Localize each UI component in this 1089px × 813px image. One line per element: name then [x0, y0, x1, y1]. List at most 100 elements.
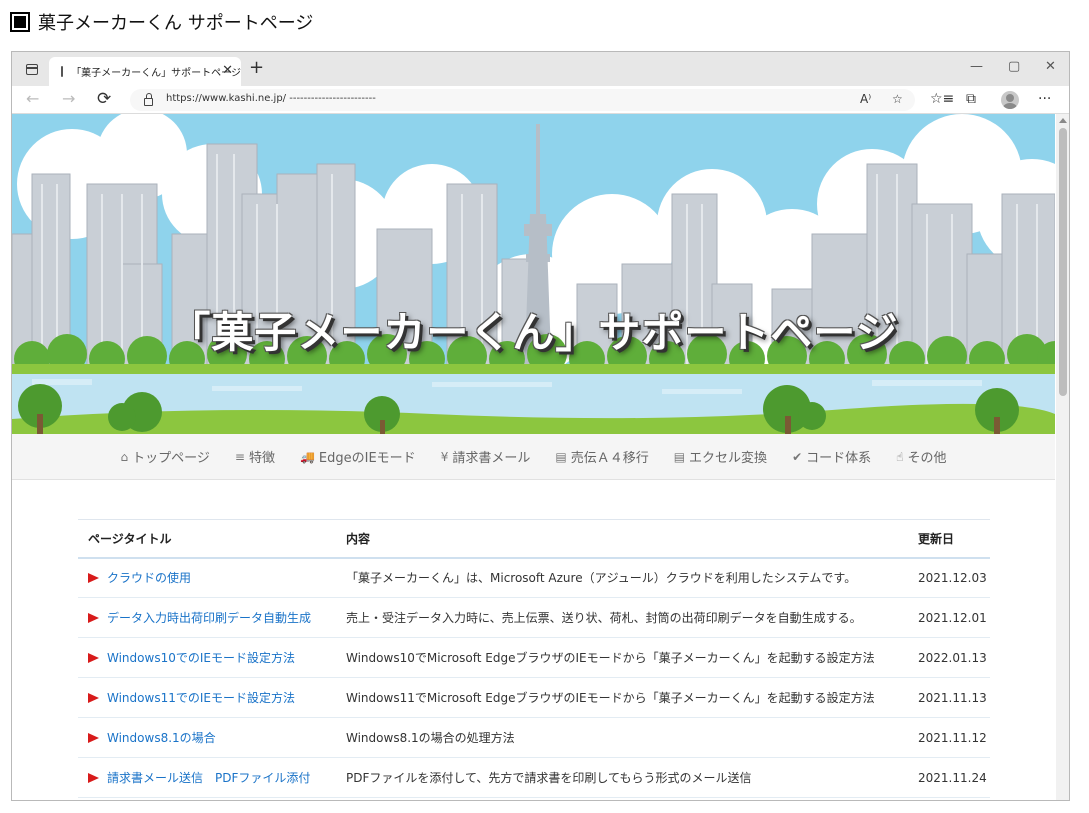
check-circle-icon: ✔	[792, 449, 803, 464]
row-content: 売上・受注データ入力時に、売上伝票、送り状、荷札、封筒の出荷印刷データを自動生成…	[336, 597, 908, 638]
yen-icon: ¥	[440, 449, 449, 464]
minimize-icon[interactable]: —	[970, 59, 983, 74]
list-icon: ≡	[234, 449, 245, 464]
page-list-table-wrap: ページタイトル 内容 更新日 クラウドの使用 「菓子メーカーくん」は、Micro…	[78, 519, 990, 798]
nav-item-features[interactable]: ≡ 特徴	[234, 447, 275, 467]
document-heading: 菓子メーカーくん サポートページ	[10, 9, 313, 35]
row-title-text[interactable]: データ入力時出荷印刷データ自動生成	[107, 611, 311, 625]
address-bar: ← → ⟳ https://www.kashi.ne.jp/ ---------…	[12, 86, 1069, 114]
header-content: 内容	[336, 519, 908, 559]
nav-item-a4-migration[interactable]: ▤ 売伝Ａ４移行	[555, 447, 649, 467]
row-date: 2022.01.13	[908, 637, 990, 678]
window-close-icon[interactable]: ✕	[1045, 59, 1056, 74]
tab-bar: 「菓子メーカーくん」サポートページ ✕ + — ▢ ✕	[12, 52, 1069, 86]
scrollbar-thumb[interactable]	[1059, 128, 1067, 396]
square-bullet-icon	[10, 12, 30, 32]
nav-item-edge-ie-mode[interactable]: 🚚 EdgeのIEモード	[299, 447, 416, 467]
vertical-scrollbar[interactable]	[1056, 114, 1069, 800]
more-menu-icon[interactable]: ···	[1038, 91, 1051, 107]
red-arrow-icon	[88, 613, 99, 623]
add-favorite-icon[interactable]: ☆	[892, 92, 903, 106]
document-heading-text: 菓子メーカーくん サポートページ	[38, 13, 314, 34]
city-skyline-illustration	[12, 114, 1055, 434]
red-arrow-icon	[88, 733, 99, 743]
tab-title: 「菓子メーカーくん」サポートページ	[71, 68, 241, 79]
row-date: 2021.12.01	[908, 597, 990, 638]
home-icon: ⌂	[120, 449, 129, 464]
row-date: 2021.11.13	[908, 677, 990, 718]
header-page-title: ページタイトル	[78, 519, 336, 559]
url-field[interactable]: https://www.kashi.ne.jp/ ---------------…	[130, 89, 915, 111]
favorites-icon[interactable]: ☆≡	[930, 91, 954, 107]
read-aloud-icon[interactable]: A⁾	[860, 92, 871, 106]
tab-actions-icon[interactable]	[26, 64, 38, 75]
row-content: Windows10でMicrosoft EdgeブラウザのIEモードから「菓子メ…	[336, 637, 908, 678]
row-title-link[interactable]: Windows10でのIEモード設定方法	[78, 637, 336, 678]
page-icon	[61, 66, 64, 77]
row-title-text[interactable]: クラウドの使用	[107, 571, 191, 585]
red-arrow-icon	[88, 773, 99, 783]
nav-label: EdgeのIEモード	[318, 451, 416, 466]
table-row: クラウドの使用 「菓子メーカーくん」は、Microsoft Azure（アジュー…	[78, 557, 990, 598]
nav-item-code-system[interactable]: ✔ コード体系	[792, 447, 872, 467]
profile-avatar[interactable]	[1001, 91, 1019, 109]
browser-window: 「菓子メーカーくん」サポートページ ✕ + — ▢ ✕ ← → ⟳ https:…	[11, 51, 1070, 801]
new-tab-icon[interactable]: +	[249, 57, 264, 78]
nav-label: 特徴	[248, 451, 275, 466]
forward-icon[interactable]: →	[62, 89, 75, 108]
row-title-text[interactable]: 請求書メール送信 PDFファイル添付	[107, 771, 310, 785]
row-content: Windows8.1の場合の処理方法	[336, 717, 908, 758]
lock-icon[interactable]	[144, 93, 153, 106]
row-date: 2021.11.12	[908, 717, 990, 758]
red-arrow-icon	[88, 693, 99, 703]
row-date: 2021.12.03	[908, 557, 990, 598]
nav-label: その他	[907, 451, 947, 466]
page-viewport: 「菓子メーカーくん」サポートページ ⌂ トップページ ≡ 特徴 🚚 EdgeのI…	[12, 114, 1055, 800]
tab-active[interactable]: 「菓子メーカーくん」サポートページ ✕	[49, 57, 241, 86]
nav-label: トップページ	[132, 451, 210, 466]
table-row: Windows8.1の場合 Windows8.1の場合の処理方法 2021.11…	[78, 717, 990, 758]
nav-label: コード体系	[806, 451, 872, 466]
table-row: Windows11でのIEモード設定方法 Windows11でMicrosoft…	[78, 677, 990, 718]
table-row: Windows10でのIEモード設定方法 Windows10でMicrosoft…	[78, 637, 990, 678]
reload-icon[interactable]: ⟳	[97, 89, 111, 109]
nav-item-top[interactable]: ⌂ トップページ	[120, 447, 210, 467]
red-arrow-icon	[88, 573, 99, 584]
row-title-link[interactable]: データ入力時出荷印刷データ自動生成	[78, 597, 336, 638]
hero-title: 「菓子メーカーくん」サポートページ	[168, 308, 899, 357]
maximize-icon[interactable]: ▢	[1008, 59, 1020, 74]
row-title-text[interactable]: Windows10でのIEモード設定方法	[107, 651, 295, 665]
nav-label: 売伝Ａ４移行	[570, 451, 649, 466]
row-title-link[interactable]: Windows11でのIEモード設定方法	[78, 677, 336, 718]
row-title-text[interactable]: Windows11でのIEモード設定方法	[107, 691, 295, 705]
row-date: 2021.11.24	[908, 757, 990, 798]
url-text[interactable]: https://www.kashi.ne.jp/ ---------------…	[166, 93, 376, 104]
nav-item-other[interactable]: ☝ その他	[896, 447, 947, 467]
table-header-row: ページタイトル 内容 更新日	[78, 519, 990, 559]
hero-banner: 「菓子メーカーくん」サポートページ	[12, 114, 1055, 434]
table-row: データ入力時出荷印刷データ自動生成 売上・受注データ入力時に、売上伝票、送り状、…	[78, 597, 990, 638]
truck-icon: 🚚	[299, 449, 315, 464]
nav-item-excel-convert[interactable]: ▤ エクセル変換	[673, 447, 768, 467]
row-content: PDFファイルを添付して、先方で請求書を印刷してもらう形式のメール送信	[336, 757, 908, 798]
row-title-link[interactable]: 請求書メール送信 PDFファイル添付	[78, 757, 336, 798]
row-content: Windows11でMicrosoft EdgeブラウザのIEモードから「菓子メ…	[336, 677, 908, 718]
tab-close-icon[interactable]: ✕	[222, 63, 233, 78]
row-title-link[interactable]: クラウドの使用	[78, 557, 336, 598]
page-list-table: ページタイトル 内容 更新日 クラウドの使用 「菓子メーカーくん」は、Micro…	[78, 519, 990, 798]
main-nav: ⌂ トップページ ≡ 特徴 🚚 EdgeのIEモード ¥ 請求書メール ▤ 売伝…	[12, 434, 1055, 480]
collections-icon[interactable]: ⧉	[966, 91, 976, 107]
nav-item-invoice-mail[interactable]: ¥ 請求書メール	[440, 447, 531, 467]
header-updated: 更新日	[908, 519, 990, 559]
row-title-link[interactable]: Windows8.1の場合	[78, 717, 336, 758]
pointer-hand-icon: ☝	[896, 449, 904, 464]
file-icon: ▤	[673, 449, 686, 464]
file-icon: ▤	[555, 449, 567, 464]
row-content: 「菓子メーカーくん」は、Microsoft Azure（アジュール）クラウドを利…	[336, 557, 908, 598]
row-title-text[interactable]: Windows8.1の場合	[107, 731, 216, 745]
nav-label: エクセル変換	[689, 451, 768, 466]
table-row: 請求書メール送信 PDFファイル添付 PDFファイルを添付して、先方で請求書を印…	[78, 757, 990, 798]
scroll-up-icon[interactable]	[1059, 118, 1067, 123]
red-arrow-icon	[88, 653, 99, 663]
back-icon[interactable]: ←	[26, 89, 39, 108]
